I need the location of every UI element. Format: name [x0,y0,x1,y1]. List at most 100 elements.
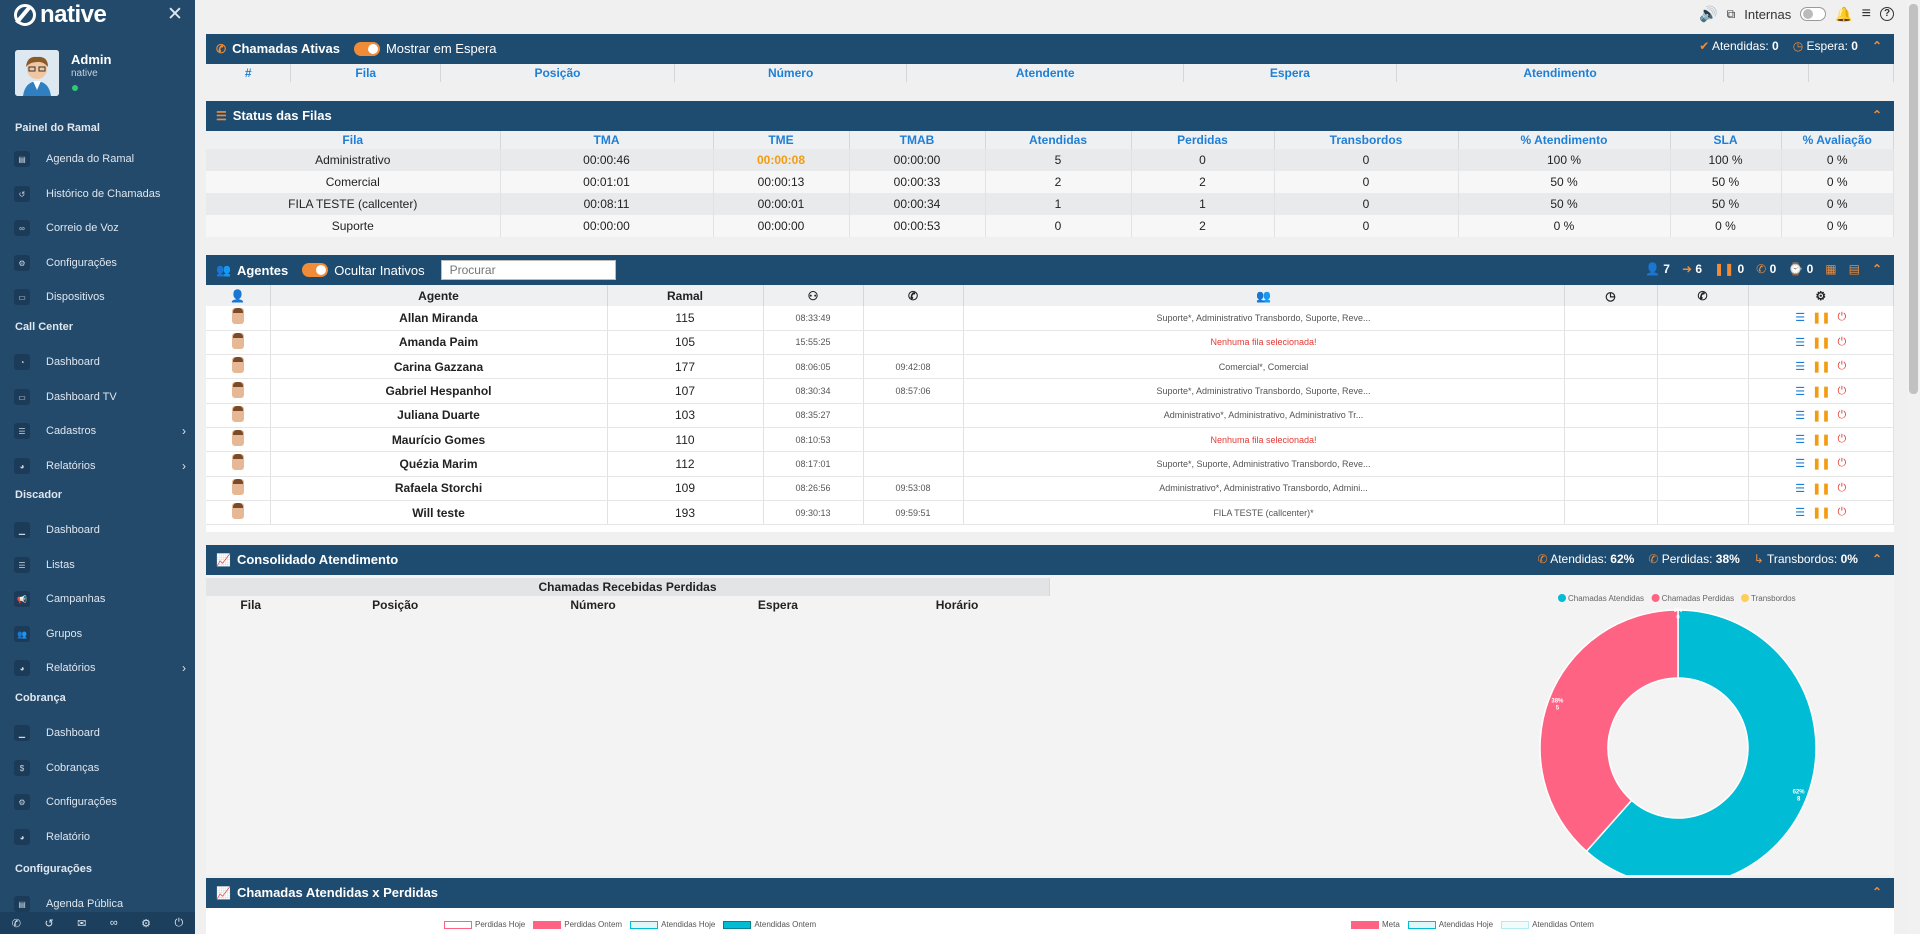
lost-calls-column-header: Número [494,596,692,614]
agents-logged-counter: ➜ 6 [1681,262,1703,276]
hide-inactive-toggle[interactable] [302,263,329,277]
queue-list-icon[interactable]: ☰ [1795,457,1805,470]
sidebar-item-dashboard-tv[interactable]: ▭ Dashboard TV [14,386,186,408]
legend-item[interactable]: Atendidas Hoje [1407,920,1493,929]
sidebar-item-hist-rico-de-chamadas[interactable]: ↺ Histórico de Chamadas [14,183,186,205]
queue-list-icon[interactable]: ☰ [1795,336,1805,349]
phone-icon: ✆ [1537,552,1548,566]
close-icon[interactable]: ✕ [167,3,183,26]
page-scrollbar[interactable] [1907,0,1920,934]
table-view-icon[interactable]: ▦ [1825,262,1836,276]
agent-login-time: 15:55:25 [763,330,864,356]
sidebar-item-grupos[interactable]: 👥 Grupos [14,623,186,645]
voicemail-icon[interactable]: ∞ [110,917,118,929]
gear-icon[interactable]: ⚙ [141,917,151,930]
sidebar-item-configura-es[interactable]: ⚙ Configurações [14,252,186,274]
menu-icon[interactable]: ≡ [1862,5,1871,23]
queue-cell: 100 % [1458,149,1671,171]
history-icon[interactable]: ↺ [44,917,53,930]
agent-search-input[interactable] [440,260,616,280]
logout-power-icon[interactable]: ⏻ [1838,482,1847,495]
power-icon[interactable]: ⏻ [175,917,184,930]
sidebar-item-cobran-as[interactable]: $ Cobranças [14,757,186,779]
logout-power-icon[interactable]: ⏻ [1838,506,1847,519]
chat-icon[interactable]: ✉ [77,917,86,930]
sidebar-item-dashboard[interactable]: ▁ Dashboard [14,519,186,541]
pause-icon[interactable]: ❚❚ [1812,385,1830,398]
sidebar-item-campanhas[interactable]: 📢 Campanhas [14,588,186,610]
sidebar-item-dashboard[interactable]: ▁ Dashboard [14,722,186,744]
logout-power-icon[interactable]: ⏻ [1838,360,1847,373]
agent-status-time [1564,330,1658,356]
bell-icon[interactable]: 🔔 [1835,6,1852,23]
queue-list-icon[interactable]: ☰ [1795,360,1805,373]
queue-cell: 00:00:33 [849,171,986,193]
card-view-icon[interactable]: ▤ [1849,262,1860,276]
pause-icon[interactable]: ❚❚ [1812,433,1830,446]
agent-avatar-cell [206,427,271,453]
sidebar-item-dashboard[interactable]: ◔ Dashboard [14,351,186,373]
agents-panel: 👥 Agentes Ocultar Inativos 👤 7 ➜ 6 ❚❚ 0 … [206,255,1894,532]
pause-icon[interactable]: ❚❚ [1812,457,1830,470]
internas-toggle[interactable] [1800,7,1827,21]
answered-vs-lost-title: Chamadas Atendidas x Perdidas [236,885,439,900]
legend-item[interactable]: Transbordos [1741,594,1796,603]
logout-power-icon[interactable]: ⏻ [1838,385,1847,398]
agent-actions: ☰ ❚❚ ⏻ [1748,476,1894,501]
sidebar-item-relat-rio[interactable]: ◕ Relatório [14,826,186,848]
legend-item[interactable]: Atendidas Hoje [630,920,715,929]
active-calls-column-header: # [206,64,292,82]
collapse-icon[interactable]: ⌃ [1872,262,1882,276]
collapse-icon[interactable]: ⌃ [1872,108,1882,122]
queue-list-icon[interactable]: ☰ [1795,409,1805,422]
pause-icon[interactable]: ❚❚ [1812,506,1830,519]
legend-item[interactable]: Atendidas Ontem [1501,920,1594,929]
sidebar-item-relat-rios[interactable]: ◕ Relatórios › [14,455,186,477]
logout-power-icon[interactable]: ⏻ [1838,409,1847,422]
volume-icon[interactable]: 🔊 [1699,5,1718,23]
sidebar-item-agenda-do-ramal[interactable]: ▤ Agenda do Ramal [14,148,186,170]
queue-cell: 0 [1274,149,1459,171]
legend-item[interactable]: Chamadas Perdidas [1651,594,1734,603]
pause-icon[interactable]: ❚❚ [1812,482,1830,495]
lost-calls-column-header: Horário [864,596,1050,614]
legend-item[interactable]: Perdidas Hoje [444,920,525,929]
queue-list-icon[interactable]: ☰ [1795,433,1805,446]
sidebar-item-correio-de-voz[interactable]: ∞ Correio de Voz [14,217,186,239]
show-waiting-toggle[interactable] [353,41,380,56]
sidebar-item-configura-es[interactable]: ⚙ Configurações [14,791,186,813]
logout-power-icon[interactable]: ⏻ [1838,336,1847,349]
logout-power-icon[interactable]: ⏻ [1838,457,1847,470]
sidebar-item-dispositivos[interactable]: ▭ Dispositivos [14,286,186,308]
pause-icon[interactable]: ❚❚ [1812,409,1830,422]
sidebar-item-label: Configurações [46,796,117,808]
sidebar-item-cadastros[interactable]: ☰ Cadastros › [14,420,186,442]
queue-list-icon[interactable]: ☰ [1795,482,1805,495]
legend-item[interactable]: Chamadas Atendidas [1558,594,1644,603]
collapse-icon[interactable]: ⌃ [1872,885,1882,899]
native-logo[interactable]: native [14,1,107,28]
queue-list-icon[interactable]: ☰ [1795,311,1805,324]
pause-icon[interactable]: ❚❚ [1812,360,1830,373]
help-icon[interactable]: ? [1880,7,1894,21]
phone-icon[interactable]: ✆ [12,917,21,930]
sidebar-item-relat-rios[interactable]: ◕ Relatórios › [14,657,186,679]
pause-icon[interactable]: ❚❚ [1812,311,1830,324]
tv-icon: ▭ [14,389,30,405]
queue-list-icon[interactable]: ☰ [1795,506,1805,519]
legend-item[interactable]: Atendidas Ontem [723,920,816,929]
sidebar-item-listas[interactable]: ☰ Listas [14,554,186,576]
logout-power-icon[interactable]: ⏻ [1838,433,1847,446]
collapse-icon[interactable]: ⌃ [1872,552,1882,566]
queue-cell: 50 % [1670,193,1782,215]
queue-list-icon[interactable]: ☰ [1795,385,1805,398]
agent-ramal: 112 [607,451,764,477]
logout-power-icon[interactable]: ⏻ [1838,311,1847,324]
collapse-icon[interactable]: ⌃ [1872,39,1882,53]
pause-icon[interactable]: ❚❚ [1812,336,1830,349]
legend-item[interactable]: Meta [1351,920,1400,929]
scrollbar-thumb[interactable] [1909,4,1918,394]
sidebar-section-title: Call Center [15,321,74,333]
legend-item[interactable]: Perdidas Ontem [533,920,622,929]
sidebar-item-label: Dashboard [46,727,100,739]
